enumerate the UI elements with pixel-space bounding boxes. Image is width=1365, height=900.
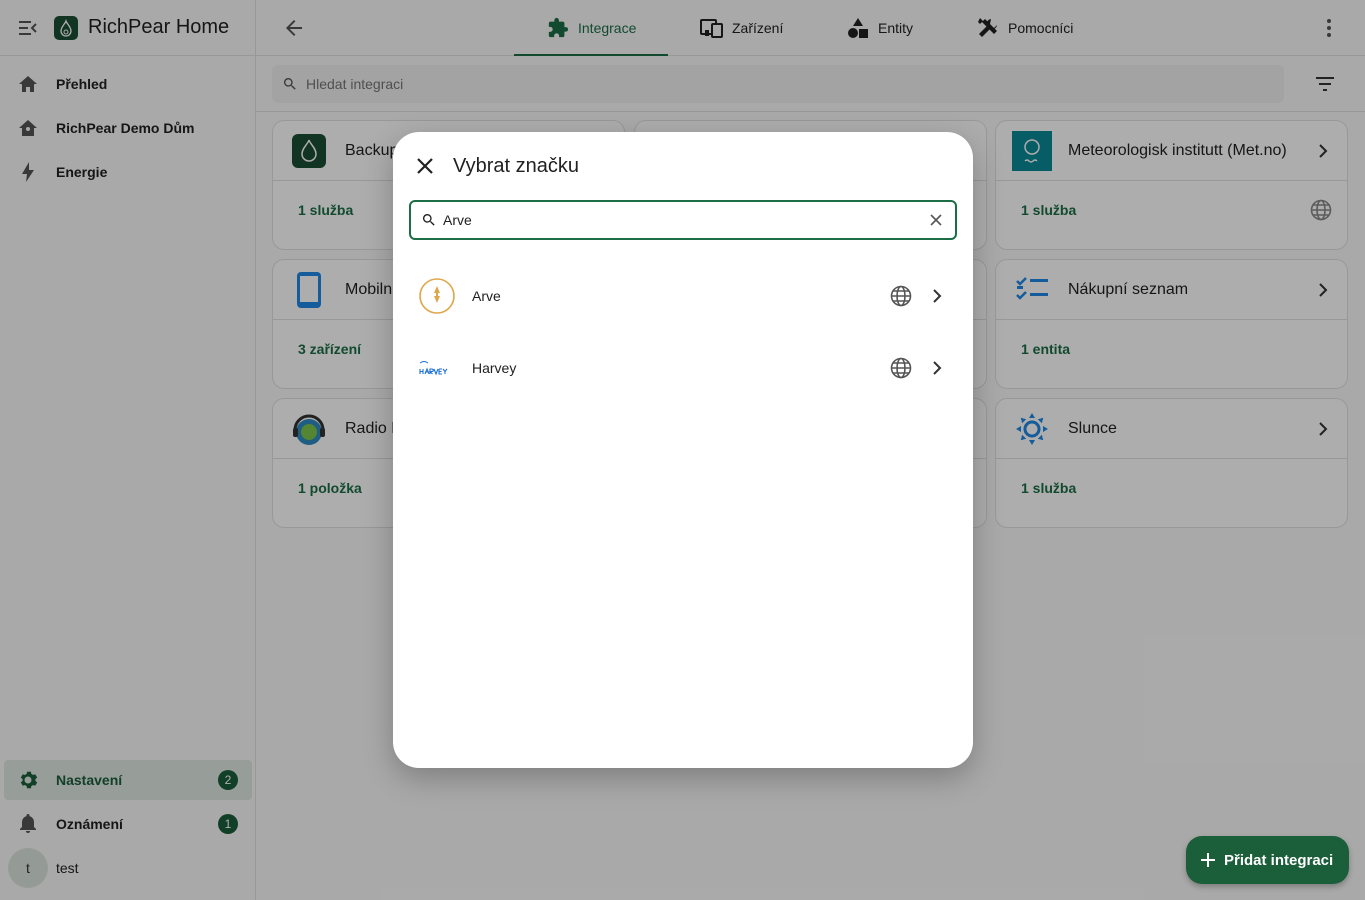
add-integration-label: Přidat integraci — [1224, 851, 1334, 869]
plus-icon — [1201, 853, 1215, 867]
brand-search-field[interactable] — [409, 200, 957, 240]
brand-name: Harvey — [472, 360, 517, 376]
harvey-logo-icon — [418, 349, 456, 387]
brand-item-arve[interactable]: Arve — [393, 260, 973, 332]
search-icon — [422, 214, 435, 226]
globe-icon — [889, 356, 913, 380]
add-integration-button[interactable]: Přidat integraci — [1186, 836, 1349, 884]
chevron-right-icon — [925, 356, 949, 380]
brand-search-input[interactable] — [443, 212, 913, 228]
brand-name: Arve — [472, 288, 501, 304]
select-brand-dialog: Vybrat značku Arve Harvey — [393, 132, 973, 768]
clear-icon[interactable] — [927, 211, 945, 229]
dialog-title: Vybrat značku — [453, 155, 579, 177]
globe-icon — [889, 284, 913, 308]
brand-item-harvey[interactable]: Harvey — [393, 332, 973, 404]
arve-logo-icon — [418, 277, 456, 315]
close-icon[interactable] — [413, 154, 437, 178]
chevron-right-icon — [925, 284, 949, 308]
